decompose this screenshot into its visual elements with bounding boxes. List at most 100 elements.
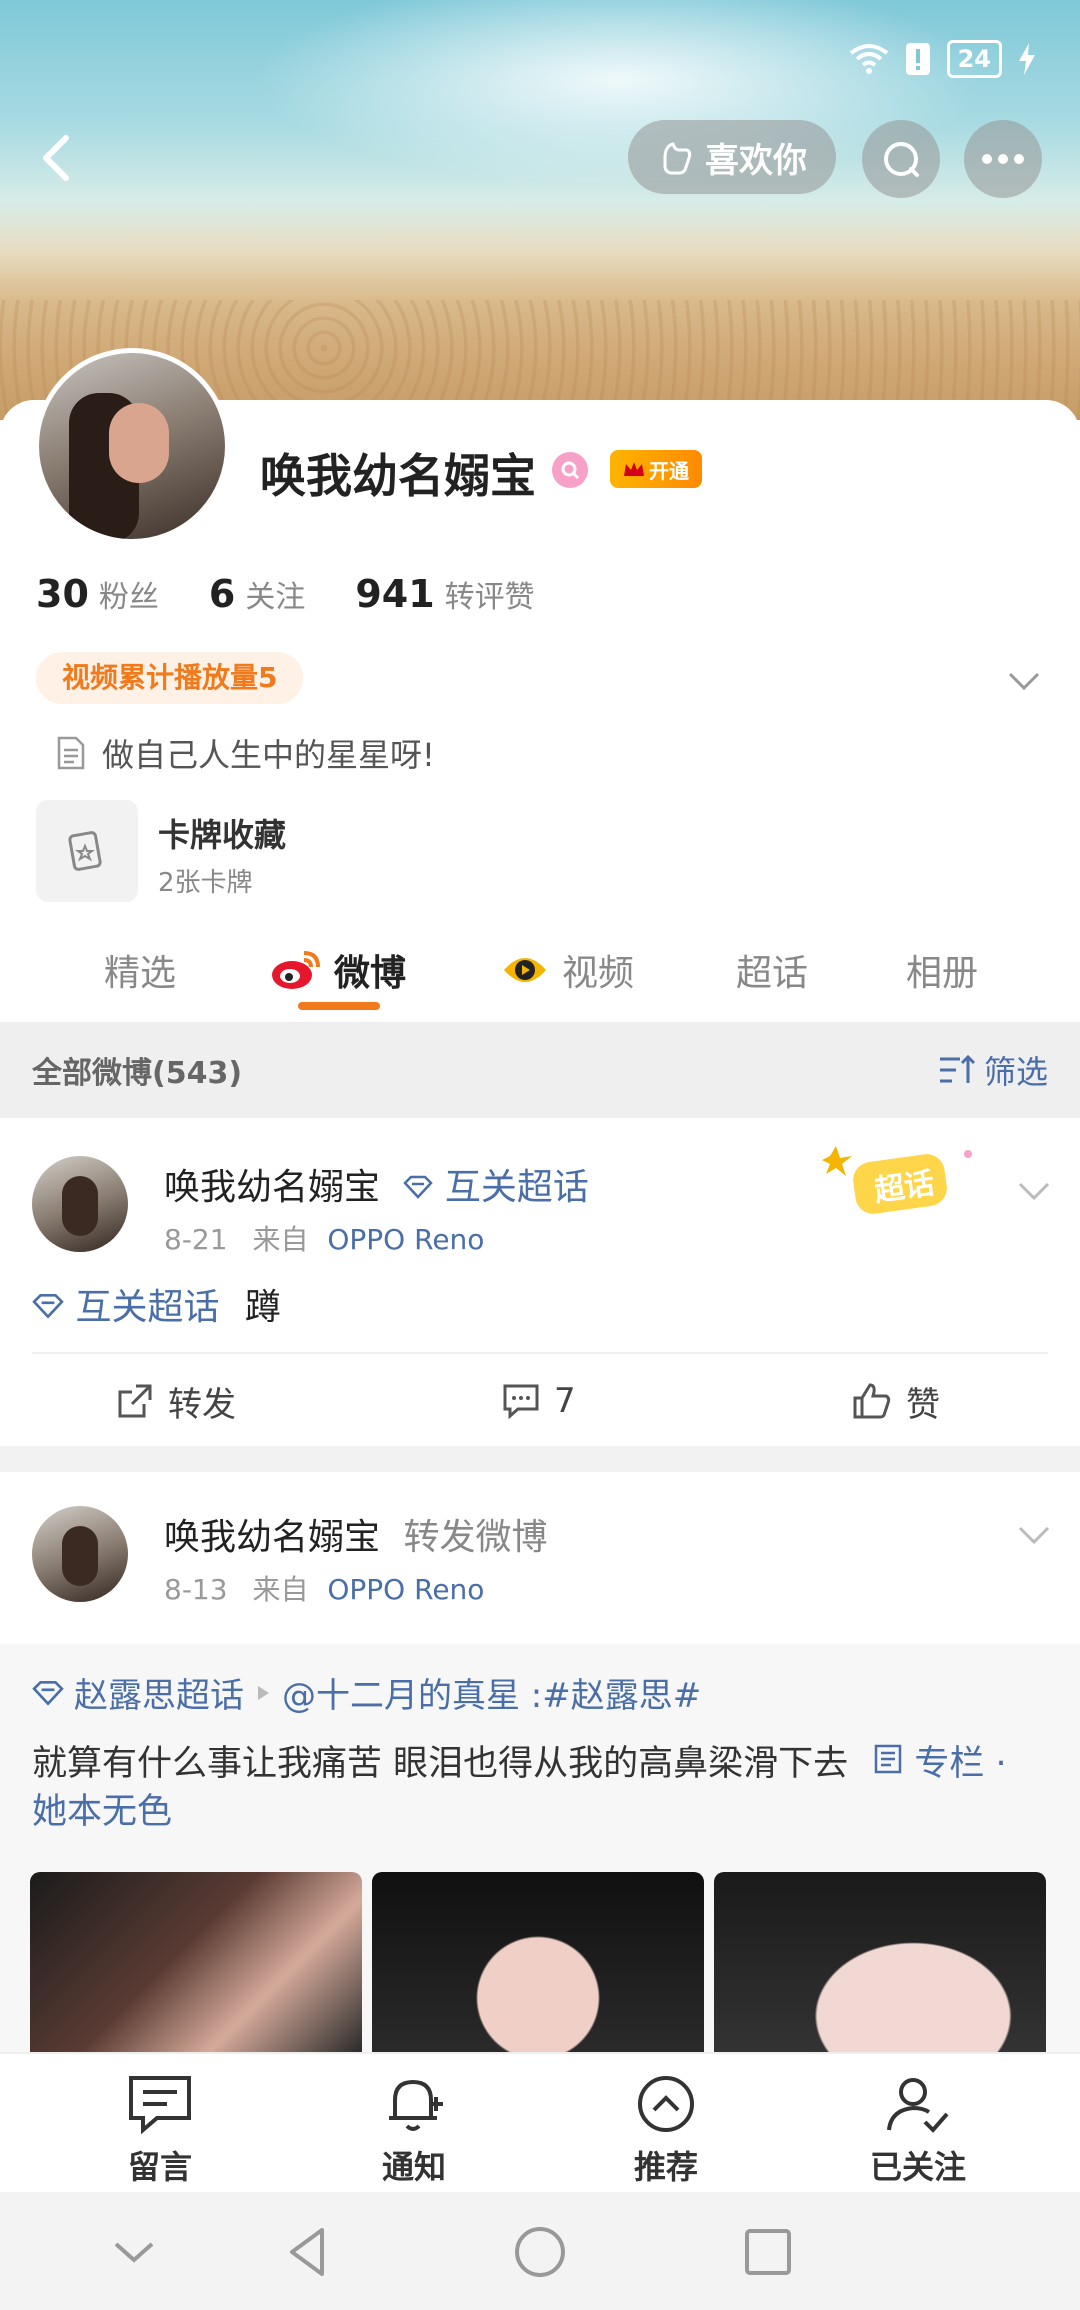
post-meta: 8-13 来自 OPPO Reno (164, 1568, 484, 1608)
chevron-down-icon[interactable] (1014, 1170, 1054, 1210)
tab-label: 视频 (562, 953, 635, 994)
weibo-icon (272, 951, 320, 989)
stat-followers[interactable]: 30 粉丝 (36, 572, 159, 616)
supertopic-tag[interactable]: 互关超话 (403, 1167, 589, 1208)
card-collection-title[interactable]: 卡牌收藏 (158, 810, 286, 856)
post-body: 蹲 (244, 1287, 281, 1328)
card-collection-subtitle: 2张卡牌 (158, 868, 253, 898)
post-date: 8-21 (164, 1223, 228, 1256)
notify-button[interactable]: 通知 (334, 2074, 494, 2188)
profile-tabs: 精选 微博 视频 超话 相册 (0, 930, 1080, 1020)
stat-value: 30 (36, 572, 89, 616)
supertopic-link[interactable]: 互关超话 (32, 1287, 231, 1328)
sticker-label: 超话 (872, 1165, 937, 1209)
avatar[interactable] (34, 348, 230, 544)
filter-bar: 全部微博(543) 筛选 (0, 1022, 1080, 1118)
active-tab-indicator (298, 1002, 380, 1010)
profile-page: 24 喜欢你 唤我幼名嫋宝 开通 30 粉丝 6 关注 941 转评赞 视频累计播放量… (0, 0, 1080, 2310)
tab-weibo[interactable]: 微博 (270, 930, 406, 1010)
nav-back-icon[interactable] (280, 2224, 336, 2280)
comment-button[interactable]: 7 (502, 1381, 576, 1421)
post-author[interactable]: 唤我幼名嫋宝 互关超话 (164, 1158, 589, 1210)
following-label: 已关注 (869, 2148, 966, 2186)
post-device[interactable]: OPPO Reno (327, 1573, 484, 1606)
repost-label: 转发 (168, 1384, 236, 1425)
like-you-label: 喜欢你 (705, 140, 807, 181)
recommend-button[interactable]: 推荐 (586, 2074, 746, 2188)
repost-button[interactable]: 转发 (116, 1377, 236, 1426)
post-image[interactable] (714, 1872, 1046, 2052)
search-button[interactable] (862, 120, 940, 198)
more-button[interactable] (964, 120, 1042, 198)
status-bar: 24 (849, 40, 1036, 78)
stat-label: 关注 (245, 580, 306, 615)
repost-header: 赵露思超话 @十二月的真星 :#赵露思# (32, 1668, 701, 1717)
up-circle-icon (638, 2076, 694, 2132)
diamond-icon (32, 1294, 64, 1319)
profile-stats: 30 粉丝 6 关注 941 转评赞 (36, 572, 585, 616)
post-avatar[interactable] (32, 1156, 128, 1252)
following-button[interactable]: 已关注 (838, 2074, 998, 2188)
author-name: 唤我幼名嫋宝 (164, 1517, 381, 1558)
diamond-icon (403, 1175, 434, 1199)
share-icon (118, 1384, 152, 1418)
bio-text: 做自己人生中的星星呀! (102, 736, 435, 774)
post-card[interactable]: 唤我幼名嫋宝 互关超话 8-21 来自 OPPO Reno 超话 互关超话 蹲 (0, 1118, 1080, 1446)
stat-label: 粉丝 (98, 580, 159, 615)
message-icon (129, 2076, 191, 2134)
chevron-down-icon[interactable] (1004, 660, 1044, 700)
repost-body: 就算有什么事让我痛苦 眼泪也得从我的高鼻梁滑下去 (32, 1744, 849, 1784)
profile-name: 唤我幼名嫋宝 (260, 449, 536, 503)
search-icon (884, 142, 919, 177)
more-icon (982, 154, 1024, 164)
comment-count: 7 (554, 1381, 576, 1421)
triangle-right-icon (258, 1685, 269, 1700)
post-device[interactable]: OPPO Reno (327, 1223, 484, 1256)
like-label: 赞 (906, 1384, 940, 1425)
post-image[interactable] (30, 1872, 362, 2052)
verified-badge-icon[interactable] (552, 452, 588, 488)
comment-icon (503, 1384, 539, 1419)
article-icon (875, 1744, 902, 1774)
stat-label: 转评赞 (444, 580, 535, 615)
card-collection-icon[interactable] (36, 800, 138, 902)
alert-icon (905, 43, 930, 75)
post-image[interactable] (372, 1872, 704, 2052)
stat-value: 941 (355, 572, 435, 616)
back-icon[interactable] (30, 128, 90, 188)
post-card[interactable]: 唤我幼名嫋宝 转发微博 8-13 来自 OPPO Reno 赵露思超话 @十二月… (0, 1472, 1080, 2052)
message-button[interactable]: 留言 (80, 2074, 240, 2188)
supertopic-link-label: 互关超话 (75, 1287, 220, 1328)
post-avatar[interactable] (32, 1506, 128, 1602)
document-icon (57, 736, 85, 770)
post-author[interactable]: 唤我幼名嫋宝 转发微博 (164, 1508, 547, 1560)
video-play-tag[interactable]: 视频累计播放量5 (36, 652, 304, 704)
nav-home-icon[interactable] (512, 2224, 568, 2280)
post-count: 全部微博(543) (32, 1056, 243, 1091)
recommend-label: 推荐 (633, 2148, 698, 2186)
filter-button[interactable]: 筛选 (938, 1047, 1048, 1093)
reposted-content[interactable]: 赵露思超话 @十二月的真星 :#赵露思# 就算有什么事让我痛苦 眼泪也得从我的高… (0, 1644, 1080, 2052)
tab-featured[interactable]: 精选 (104, 930, 176, 1010)
nav-recents-icon[interactable] (740, 2224, 796, 2280)
thumbs-up-icon (853, 1383, 891, 1419)
like-you-button[interactable]: 喜欢你 (628, 120, 836, 194)
repost-images (30, 1872, 1046, 2052)
chevron-down-icon[interactable] (1014, 1514, 1054, 1554)
tab-video[interactable]: 视频 (500, 930, 634, 1010)
tab-supertopic[interactable]: 超话 (736, 930, 808, 1010)
tab-album[interactable]: 相册 (906, 930, 978, 1010)
video-icon (504, 958, 546, 982)
hand-heart-icon (663, 142, 692, 175)
author-name: 唤我幼名嫋宝 (164, 1167, 381, 1208)
repost-topic[interactable]: 赵露思超话 (74, 1668, 244, 1717)
diamond-icon (32, 1680, 64, 1706)
like-button[interactable]: 赞 (852, 1377, 940, 1426)
stat-following[interactable]: 6 关注 (209, 572, 305, 616)
repost-mention[interactable]: @十二月的真星 :#赵露思# (282, 1668, 701, 1717)
stat-engagement[interactable]: 941 转评赞 (355, 572, 534, 616)
bio: 做自己人生中的星星呀! (56, 730, 435, 776)
nav-collapse-icon[interactable] (106, 2224, 162, 2280)
vip-open-button[interactable]: 开通 (610, 450, 702, 488)
tab-label: 超话 (736, 953, 809, 994)
